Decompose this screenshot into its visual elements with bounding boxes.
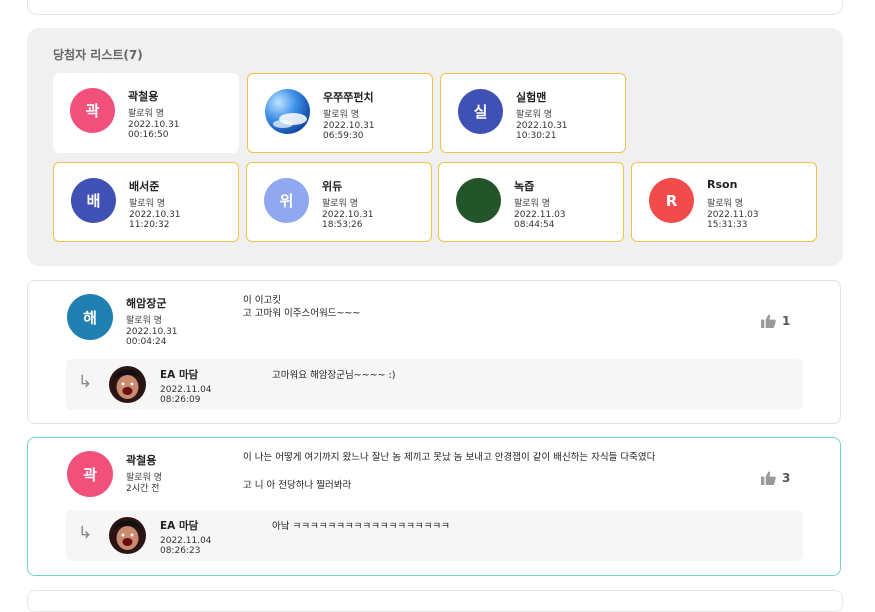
like-button[interactable]: 1 — [761, 314, 790, 328]
winner-date: 2022.10.31 06:59:30 — [323, 121, 375, 141]
follower-count: 팔로워 명 — [322, 199, 358, 209]
avatar: 위 — [264, 178, 309, 223]
avatar — [265, 89, 310, 134]
reply-author[interactable]: EA 마담 — [160, 367, 198, 382]
reply-arrow-icon: ↳ — [78, 523, 93, 543]
winner-name: Rson — [707, 178, 738, 191]
comment-author[interactable]: 곽철용 — [126, 452, 156, 468]
comment-card: 곽 곽철용 팔로워 명 2시간 전 이 나는 어떻게 여기까지 왔느나 잘난 놈… — [27, 437, 841, 576]
reply-date: 2022.11.04 08:26:09 — [160, 385, 212, 405]
winner-name: 녹즙 — [514, 180, 535, 193]
avatar-photo-icon — [109, 517, 146, 554]
follower-count: 팔로워 명 — [126, 473, 162, 483]
winner-list-panel: 당첨자 리스트(7) 곽 곽철용 팔로워 명 2022.10.31 00:16:5… — [27, 28, 843, 266]
avatar[interactable]: 해 — [67, 294, 113, 340]
winner-list-title: 당첨자 리스트(7) — [53, 48, 143, 62]
comment-text: 이 나는 어떻게 여기까지 왔느나 잘난 놈 제끼고 못났 놈 보내고 안경잽이… — [243, 452, 656, 491]
follower-count: 팔로워 명 — [323, 110, 359, 120]
avatar: 실 — [458, 89, 503, 134]
comment-date: 2시간 전 — [126, 484, 160, 494]
thumbs-up-icon — [761, 471, 776, 485]
reply-text: 아낰 ㅋㅋㅋㅋㅋㅋㅋㅋㅋㅋㅋㅋㅋㅋㅋㅋㅋㅋ — [272, 521, 450, 532]
reply-text: 고마워요 해암장군님~~~~ :) — [272, 370, 396, 381]
winner-name: 배서준 — [129, 180, 160, 193]
sky-photo-icon — [265, 89, 310, 134]
avatar: 곽 — [70, 88, 115, 133]
winner-card[interactable]: 배 배서준 팔로워 명 2022.10.31 11:20:32 — [53, 162, 239, 242]
avatar[interactable] — [109, 517, 146, 554]
reply-arrow-icon: ↳ — [78, 372, 93, 392]
winner-card[interactable]: 위 위듀 팔로워 명 2022.10.31 18:53:26 — [246, 162, 432, 242]
winner-date: 2022.10.31 18:53:26 — [322, 210, 374, 230]
winner-card[interactable]: R Rson 팔로워 명 2022.11.03 15:31:33 — [631, 162, 817, 242]
avatar: R — [649, 178, 694, 223]
follower-count: 팔로워 명 — [126, 316, 162, 326]
reply: ↳ EA 마담 2022.11.04 08:26:23 아낰 ㅋㅋㅋㅋㅋㅋㅋㅋㅋㅋ… — [66, 510, 803, 561]
winner-name: 위듀 — [322, 180, 343, 193]
avatar: 배 — [71, 178, 116, 223]
comment-date: 2022.10.31 00:04:24 — [126, 327, 178, 347]
reply-date: 2022.11.04 08:26:23 — [160, 536, 212, 556]
like-count: 3 — [782, 471, 791, 485]
reply: ↳ EA 마담 2022.11.04 08:26:09 고마워요 해암장군님~~~… — [66, 359, 803, 410]
reply-author[interactable]: EA 마담 — [160, 518, 198, 533]
winner-card[interactable]: 우쭈쭈펀치 팔로워 명 2022.10.31 06:59:30 — [247, 73, 433, 153]
comment-text: 이 이고킷 고 고마워 이주스어워드~~~ — [243, 295, 361, 319]
avatar — [456, 178, 501, 223]
comment-author[interactable]: 해암장군 — [126, 295, 166, 311]
winner-date: 2022.10.31 10:30:21 — [516, 121, 568, 141]
winner-date: 2022.11.03 08:44:54 — [514, 210, 566, 230]
avatar-photo-icon — [109, 366, 146, 403]
like-button[interactable]: 3 — [761, 471, 790, 485]
follower-count: 팔로워 명 — [707, 199, 743, 209]
follower-count: 팔로워 명 — [516, 110, 552, 120]
winner-date: 2022.10.31 11:20:32 — [129, 210, 181, 230]
avatar[interactable]: 곽 — [67, 451, 113, 497]
like-count: 1 — [782, 314, 791, 328]
next-card — [27, 590, 843, 612]
winner-date: 2022.11.03 15:31:33 — [707, 210, 759, 230]
follower-count: 팔로워 명 — [514, 199, 550, 209]
avatar[interactable] — [109, 366, 146, 403]
winner-name: 우쭈쭈펀치 — [323, 91, 374, 104]
winner-name: 실험맨 — [516, 91, 547, 104]
winner-name: 곽철용 — [128, 90, 159, 103]
thumbs-up-icon — [761, 314, 776, 328]
follower-count: 팔로워 명 — [128, 109, 164, 119]
winner-date: 2022.10.31 00:16:50 — [128, 120, 180, 140]
winner-card[interactable]: 녹즙 팔로워 명 2022.11.03 08:44:54 — [438, 162, 624, 242]
winner-card[interactable]: 곽 곽철용 팔로워 명 2022.10.31 00:16:50 — [53, 73, 239, 153]
comment-card: 해 해암장군 팔로워 명 2022.10.31 00:04:24 이 이고킷 고 … — [27, 280, 841, 424]
follower-count: 팔로워 명 — [129, 199, 165, 209]
previous-card — [27, 0, 843, 15]
winner-card[interactable]: 실 실험맨 팔로워 명 2022.10.31 10:30:21 — [440, 73, 626, 153]
